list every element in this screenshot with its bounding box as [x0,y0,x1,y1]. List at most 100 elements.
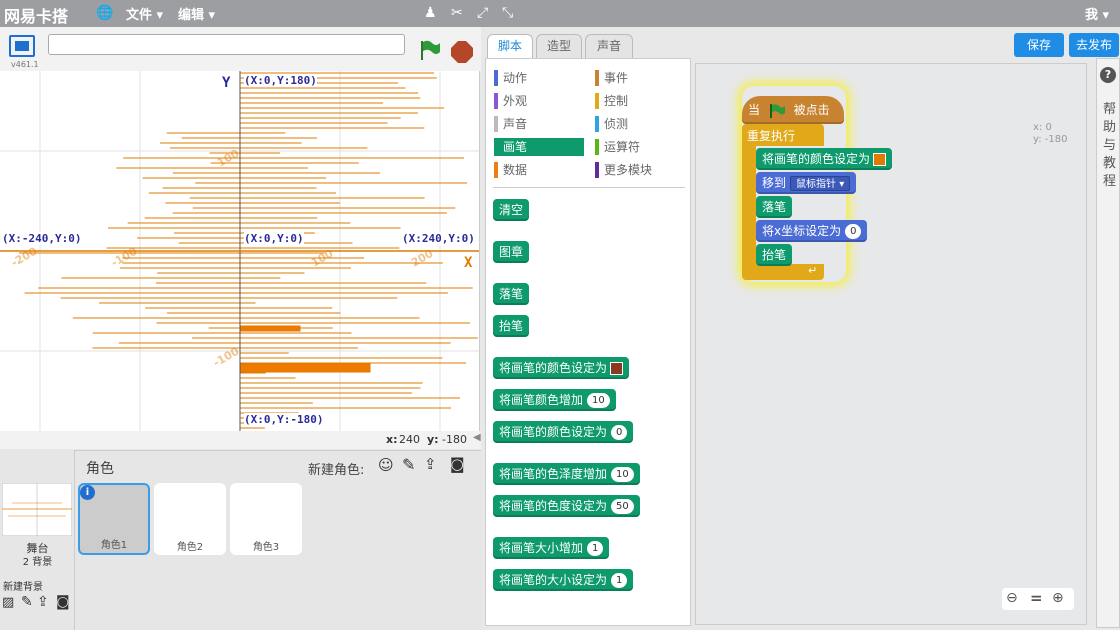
green-flag-icon[interactable] [418,39,442,61]
sprite-name: 角色1 [100,540,128,551]
tab-scripts[interactable]: 脚本 [487,34,533,59]
stage-canvas[interactable]: -200 -100 100 200 100 -100 Y X (X:0,Y:18… [0,71,480,431]
menu-edit[interactable]: 编辑 ▾ [178,4,215,23]
category-1[interactable]: 事件 [595,69,628,87]
category-2[interactable]: 外观 [494,92,527,110]
upload-icon[interactable]: ⇪ [424,455,437,473]
sprite-library-icon[interactable]: ☺ [378,456,394,474]
x-axis-label: X [464,255,473,271]
sprite-thumb-3[interactable]: 角色3 [230,483,302,555]
block-palette: 动作 事件外观 控制声音 侦测 画笔 运算符数据 更多模块 清空 图章 落笔 抬笔 将画笔的… [485,58,691,626]
script-set-x[interactable]: 将x坐标设定为 0 [756,220,868,242]
script-set-pen-color[interactable]: 将画笔的颜色设定为 [756,148,893,170]
block-change-pen-shade[interactable]: 将画笔的色泽度增加 10 [493,463,640,485]
duplicate-icon[interactable]: ♟ [424,5,437,21]
block-set-pen-shade[interactable]: 将画笔的色度设定为 50 [493,495,640,517]
category-6[interactable]: 画笔 [494,138,584,156]
value-input[interactable]: 1 [587,541,604,556]
tick-label: -200 [9,244,40,269]
category-color-swatch [595,93,599,109]
sprite-thumb-1[interactable]: i 角色1 [78,483,150,555]
category-label: 更多模块 [604,163,653,177]
category-9[interactable]: 更多模块 [595,161,652,179]
sprite-thumb-2[interactable]: 角色2 [154,483,226,555]
block-change-pen-size[interactable]: 将画笔大小增加 1 [493,537,610,559]
block-when-flag-clicked[interactable]: 当 被点击 [742,96,844,124]
stage-bg-count: 2 背景 [22,557,53,568]
globe-icon[interactable]: 🌐 [96,5,113,21]
cut-icon[interactable]: ✂ [451,5,463,21]
paint-brush-icon[interactable]: ✎ [402,455,415,474]
backdrop-library-icon[interactable]: ▨ [2,595,14,610]
info-icon[interactable]: i [80,485,95,500]
category-label: 运算符 [604,140,641,154]
user-menu[interactable]: 我 ▾ [1085,4,1109,23]
grow-icon[interactable]: ⤢ [477,5,488,21]
script-pen-down[interactable]: 落笔 [756,196,793,218]
script-goto[interactable]: 移到 鼠标指针 ▾ [756,172,857,194]
category-color-swatch [595,162,599,178]
block-pen-down[interactable]: 落笔 [493,283,530,305]
block-set-pen-color-num[interactable]: 将画笔的颜色设定为 0 [493,421,634,443]
publish-button[interactable]: 去发布 [1069,33,1119,57]
block-pen-up[interactable]: 抬笔 [493,315,530,337]
category-5[interactable]: 侦测 [595,115,628,133]
value-input[interactable]: 10 [587,393,610,408]
block-forever[interactable]: 重复执行 [742,124,824,146]
backdrop-paint-icon[interactable]: ✎ [21,594,33,610]
new-sprite-label: 新建角色: [308,463,365,478]
block-change-pen-color[interactable]: 将画笔颜色增加 10 [493,389,616,411]
value-input[interactable]: 0 [845,224,862,239]
y-axis-label: Y [222,75,231,91]
value-input[interactable]: 10 [611,467,634,482]
block-set-pen-color[interactable]: 将画笔的颜色设定为 [493,357,630,379]
block-stamp[interactable]: 图章 [493,241,530,263]
coord-label-left: (X:-240,Y:0) [2,232,82,245]
app-logo[interactable]: 网易卡搭 [4,3,68,27]
category-3[interactable]: 控制 [595,92,628,110]
zoom-reset-icon[interactable]: = [1030,589,1043,607]
collapse-arrow-icon[interactable]: ◀ [473,432,481,443]
script-pen-up[interactable]: 抬笔 [756,244,793,266]
tab-costumes[interactable]: 造型 [536,34,582,59]
coord-label-top: (X:0,Y:180) [244,74,317,87]
category-label: 声音 [503,117,528,131]
stage-thumbnail[interactable] [2,483,72,536]
save-button[interactable]: 保存 [1014,33,1064,57]
category-0[interactable]: 动作 [494,69,527,87]
help-label: 帮助与教程 [1103,102,1117,189]
color-swatch[interactable] [873,153,887,166]
menu-file[interactable]: 文件 ▾ [126,4,163,23]
help-panel[interactable]: ? 帮助与教程 [1096,58,1120,628]
sprite-name: 角色3 [252,542,280,553]
camera-icon[interactable]: ◙ [450,455,465,473]
category-4[interactable]: 声音 [494,115,527,133]
tab-sounds[interactable]: 声音 [585,34,633,59]
backdrop-camera-icon[interactable]: ◙ [56,594,70,610]
goto-target-dropdown[interactable]: 鼠标指针 ▾ [790,176,851,191]
category-color-swatch [595,70,599,86]
sprite-y-readout: y: -180 [1033,134,1068,145]
category-7[interactable]: 运算符 [595,138,640,156]
help-icon[interactable]: ? [1100,67,1116,83]
fullscreen-icon[interactable] [9,35,35,57]
category-label: 数据 [503,163,528,177]
value-input[interactable]: 50 [611,499,634,514]
color-swatch[interactable] [610,362,624,375]
value-input[interactable]: 0 [611,425,628,440]
category-8[interactable]: 数据 [494,161,527,179]
pen-stroke-dense [239,363,371,373]
tick-label: 200 [409,247,436,270]
stop-icon[interactable] [451,41,473,63]
value-input[interactable]: 1 [611,573,628,588]
zoom-out-icon[interactable]: ⊖ [1006,590,1018,606]
block-set-pen-size[interactable]: 将画笔的大小设定为 1 [493,569,634,591]
project-title-input[interactable] [48,34,405,55]
shrink-icon[interactable]: ⤡ [502,5,513,21]
script-area[interactable]: x: 0 y: -180 当 被点击 重复执行 ↵ 将画笔的颜色设定为 移到 鼠标… [695,63,1087,625]
zoom-in-icon[interactable]: ⊕ [1052,590,1064,606]
block-clear[interactable]: 清空 [493,199,530,221]
backdrop-upload-icon[interactable]: ⇪ [37,594,49,610]
coord-label-center: (X:0,Y:0) [244,232,304,245]
zoom-controls: ⊖ = ⊕ [1002,588,1074,610]
